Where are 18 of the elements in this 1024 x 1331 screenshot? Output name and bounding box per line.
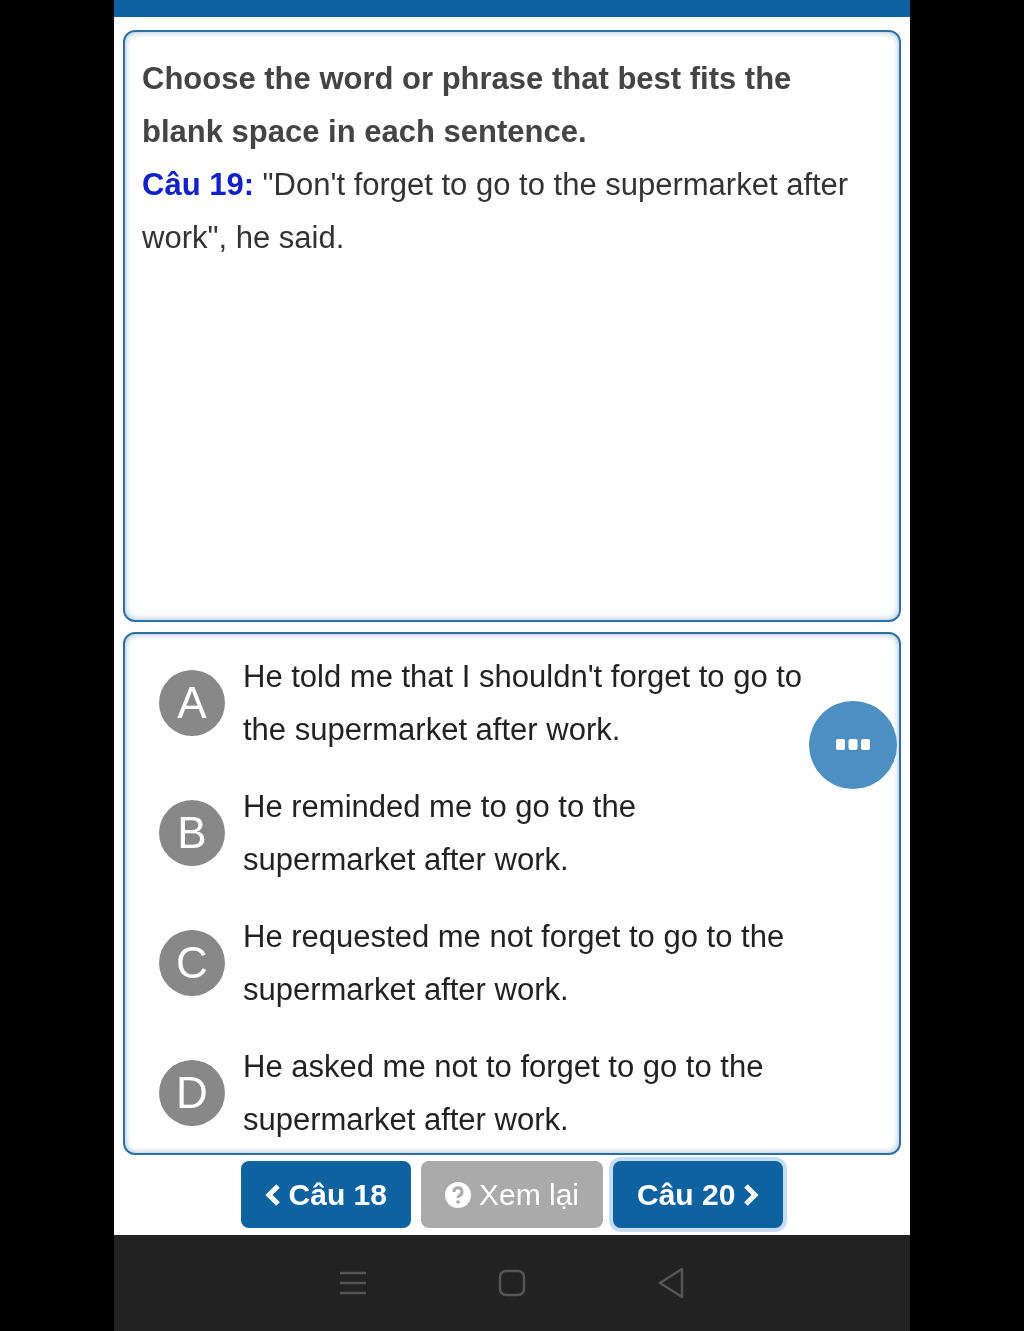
option-text[interactable]: He told me that I shouldn't forget to go to the supermarket after work. [243,650,803,756]
option-letter[interactable]: D [159,1060,225,1126]
previous-button[interactable]: Câu 18 [240,1161,411,1228]
option-letter[interactable]: C [159,930,225,996]
back-icon[interactable] [656,1267,685,1299]
home-icon[interactable] [498,1269,526,1297]
help-icon [444,1181,471,1208]
menu-icon[interactable] [339,1271,368,1295]
option-text[interactable]: He requested me not forget to go to the supermarket after work. [243,910,803,1016]
more-icon [836,739,870,751]
option-letter[interactable]: A [159,670,225,736]
question-text: Câu 19: "Don't forget to go to the supermarket after work", he said. [142,166,850,257]
option-text[interactable]: He asked me not to forget to go to the supermarket after work. [243,1040,803,1146]
chevron-right-icon [743,1182,760,1207]
option-text[interactable]: He reminded me to go to the supermarket after work. [243,780,803,886]
chevron-left-icon [264,1182,281,1207]
instruction-text: Choose the word or phrase that best fits the blank space in each sentence. [142,60,793,151]
option-letter[interactable]: B [159,800,225,866]
